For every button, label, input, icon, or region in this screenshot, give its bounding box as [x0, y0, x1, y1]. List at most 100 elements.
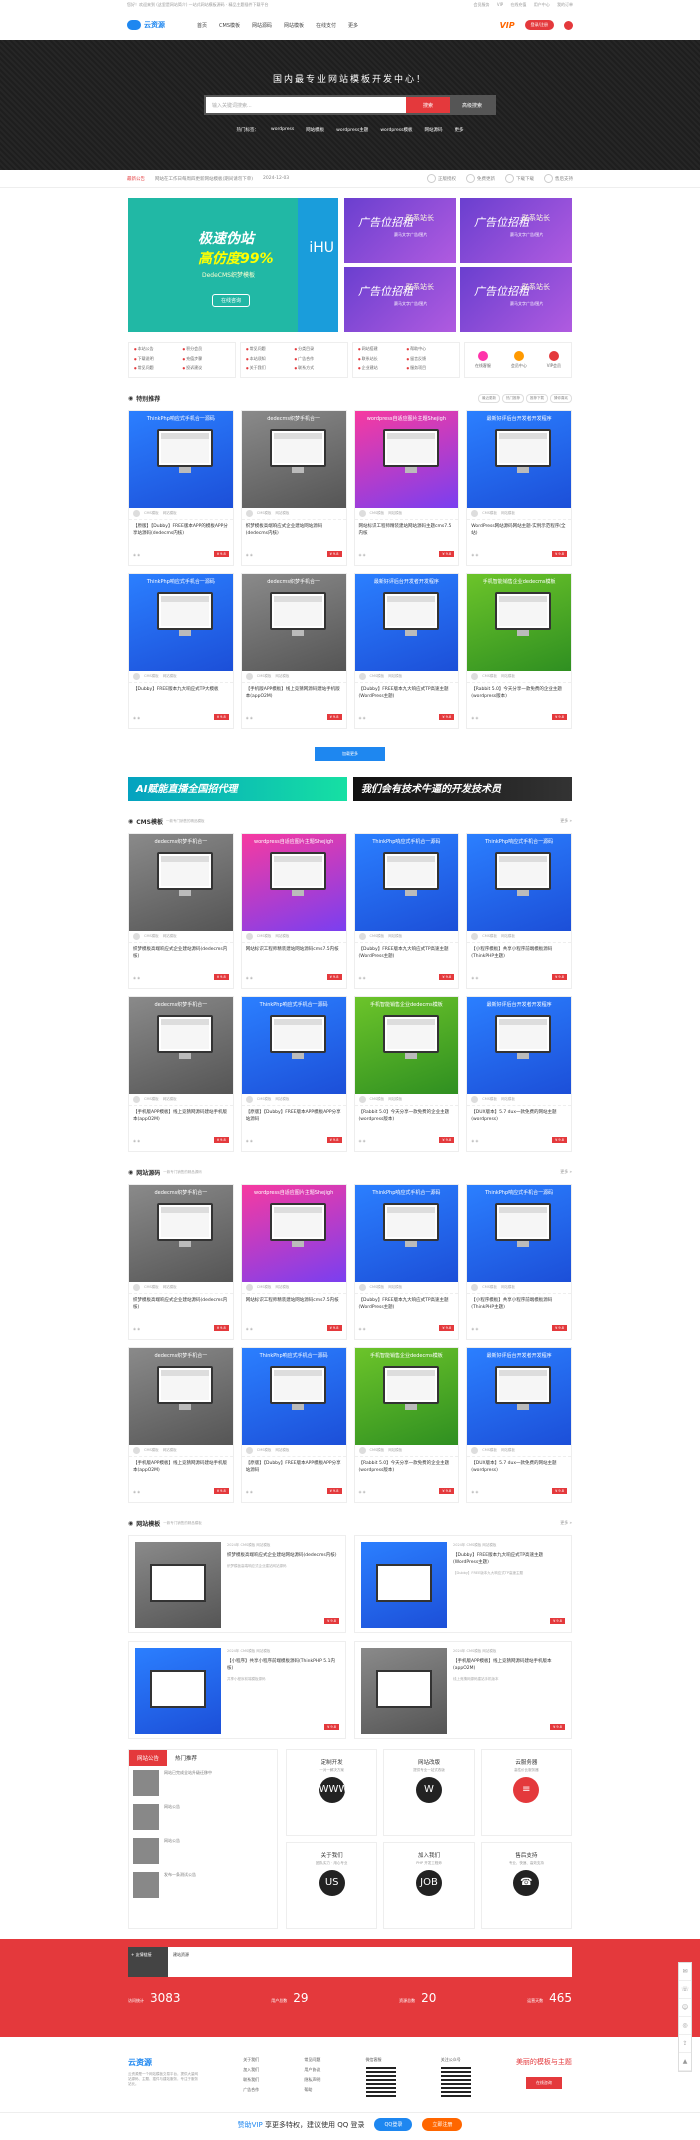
product-card[interactable]: 最新好评后台开发者开发程序 CMS模板 网站模板 【DUX版本】5.7 dux一款…: [466, 1347, 572, 1503]
topbar-link[interactable]: 我的订单: [557, 2, 573, 7]
ad-banner[interactable]: AI赋能直播全国招代理: [128, 777, 347, 801]
product-thumbnail[interactable]: ThinkPhp响应式手机合一源码: [241, 1348, 346, 1445]
list-card[interactable]: 2024年 CMS模板 网站模板 【小程序】共享小程序前端模板源码(ThinkP…: [128, 1641, 346, 1739]
product-thumbnail[interactable]: ThinkPhp响应式手机合一源码: [354, 834, 459, 931]
product-card[interactable]: wordpress自适应图片主题Shejigh CMS模板 网站模板 网站标识工程…: [240, 1184, 347, 1340]
consult-button[interactable]: 在线咨询: [525, 2077, 562, 2089]
service-card[interactable]: 售后支持 专业、快速、高效支持 ☎: [480, 1842, 572, 1929]
product-thumbnail[interactable]: 手机智能销售企业dedecms模板: [354, 1348, 459, 1445]
product-card[interactable]: dedecms织梦手机合一 CMS模板 网站模板 织梦模板高端响应式企业建站源码(…: [128, 1184, 234, 1340]
service-card[interactable]: 网站改版 提供专业一站式改版 W: [383, 1749, 475, 1836]
card-title[interactable]: 【原版】【Dubby】FREE版本APP模板APP分享站源码: [242, 1457, 346, 1479]
back-to-top-icon[interactable]: ▲: [679, 2053, 691, 2071]
nav-item-more[interactable]: 更多: [348, 22, 358, 29]
card-title[interactable]: 【Dubby】FREE版本九大响应式TP高速主题(WordPress主题): [355, 943, 459, 965]
login-button[interactable]: 登录/注册: [524, 20, 554, 30]
product-thumbnail[interactable]: 最新好评后台开发者开发程序: [467, 997, 571, 1094]
list-item[interactable]: 网站公告: [129, 1834, 277, 1868]
product-card[interactable]: 最新好评后台开发者开发程序 CMS模板 网站模板 【Dubby】FREE版本九大响…: [353, 573, 460, 729]
tab-announcement[interactable]: 网站公告: [129, 1750, 168, 1766]
product-card[interactable]: 最新好评后台开发者开发程序 CMS模板 网站模板 【DUX版本】5.7 dux一款…: [466, 996, 572, 1152]
tab-hot[interactable]: 热门推荐: [502, 393, 524, 403]
product-card[interactable]: ThinkPhp响应式手机合一源码 CMS模板 网站模板 【小程序模板】共享小程序…: [466, 1184, 572, 1340]
nav-item-pay[interactable]: 在线支付: [316, 22, 336, 29]
list-card[interactable]: 2024年 CMS模板 网站模板 【Dubby】FREE版本九大响应式TP高速主…: [354, 1535, 572, 1633]
nav-item-cms[interactable]: CMS模板: [219, 22, 240, 29]
register-button[interactable]: 立即注册: [422, 2118, 463, 2131]
card-title[interactable]: 【DUX版本】5.7 dux一款免费的网站主题(wordpress): [467, 1106, 571, 1128]
product-thumbnail[interactable]: dedecms织梦手机合一: [241, 411, 346, 508]
product-card[interactable]: ThinkPhp响应式手机合一源码 CMS模板 网站模板 【原版】【Dubby】F…: [240, 996, 347, 1152]
tab-hot-recommend[interactable]: 热门推荐: [167, 1750, 205, 1766]
product-thumbnail[interactable]: dedecms织梦手机合一: [129, 1348, 233, 1445]
tab-guess[interactable]: 猜你喜欢: [550, 393, 572, 403]
ad-slot[interactable]: 广告位招租 联系站长 赛马文字广告/图片: [460, 198, 572, 263]
hot-tag[interactable]: 更多: [454, 127, 463, 133]
product-card[interactable]: wordpress自适应图片主题Shejigh CMS模板 网站模板 网站标识工程…: [240, 833, 347, 989]
list-item[interactable]: 发布一条测试公告: [129, 1868, 277, 1902]
user-avatar[interactable]: [564, 20, 573, 30]
product-card[interactable]: ThinkPhp响应式手机合一源码 CMS模板 网站模板 【Dubby】FREE版…: [353, 833, 460, 989]
product-thumbnail[interactable]: ThinkPhp响应式手机合一源码: [241, 997, 346, 1094]
product-thumbnail[interactable]: [361, 1648, 447, 1734]
product-thumbnail[interactable]: 最新好评后台开发者开发程序: [354, 574, 459, 671]
product-card[interactable]: wordpress自适应图片主题Shejigh CMS模板 网站模板 网站标识工程…: [353, 410, 460, 566]
card-title[interactable]: 【Dubby】FREE版本九大响应式TP高速主题(WordPress主题): [453, 1552, 565, 1566]
card-title[interactable]: 织梦模板高端响应式企业建站源码(dedecms内核): [129, 1294, 233, 1316]
product-card[interactable]: dedecms织梦手机合一 CMS模板 网站模板 【手机版APP模板】线上竞猜网源…: [128, 1347, 234, 1503]
product-card[interactable]: 最新好评后台开发者开发程序 CMS模板 网站模板 WordPress网站源码网站主…: [466, 410, 572, 566]
product-thumbnail[interactable]: 手机智能销售企业dedecms模板: [467, 574, 571, 671]
search-input[interactable]: 输入关键词搜索...: [206, 97, 406, 113]
service-card[interactable]: 关于我们 团队实力 · 用心专业 US: [286, 1842, 378, 1929]
card-title[interactable]: 【原版】【Dubby】FREE版本APP模板APP分享站源码: [242, 1106, 346, 1128]
product-card[interactable]: dedecms织梦手机合一 CMS模板 网站模板 【手机版APP模板】线上竞猜网源…: [128, 996, 234, 1152]
service-card[interactable]: 加入我们 PHP 开发工程师 JOB: [383, 1842, 475, 1929]
product-card[interactable]: ThinkPhp响应式手机合一源码 CMS模板 网站模板 【原版】【Dubby】F…: [240, 1347, 347, 1503]
card-title[interactable]: 【Dubby】FREE版本九大响应式TP大模板: [129, 683, 233, 705]
product-card[interactable]: 手机智能销售企业dedecms模板 CMS模板 网站模板 【Rabbit 5.0】…: [353, 1347, 460, 1503]
topbar-link[interactable]: 用户中心: [534, 2, 550, 7]
product-card[interactable]: ThinkPhp响应式手机合一源码 CMS模板 网站模板 【Dubby】FREE版…: [128, 573, 234, 729]
nav-item-template[interactable]: 网站模板: [284, 22, 304, 29]
card-title[interactable]: 【Rabbit 5.0】今天分享一款免费的企业主题(wordpress版本): [355, 1106, 459, 1128]
more-link[interactable]: 更多 »: [560, 1520, 572, 1526]
ad-banner[interactable]: 我们会有技术牛逼的开发技术员: [353, 777, 572, 801]
product-card[interactable]: 手机智能销售企业dedecms模板 CMS模板 网站模板 【Rabbit 5.0】…: [466, 573, 572, 729]
quick-icon-service[interactable]: 在线客服: [475, 351, 491, 369]
card-title[interactable]: 【手机版APP模板】线上竞猜网源码建站手机版本(appO2M): [129, 1457, 233, 1479]
search-button[interactable]: 搜索: [406, 97, 450, 113]
product-thumbnail[interactable]: wordpress自适应图片主题Shejigh: [241, 834, 346, 931]
product-card[interactable]: ThinkPhp响应式手机合一源码 CMS模板 网站模板 【Dubby】FREE版…: [353, 1184, 460, 1340]
more-link[interactable]: 更多 »: [560, 1169, 572, 1175]
product-thumbnail[interactable]: ThinkPhp响应式手机合一源码: [129, 574, 233, 671]
card-title[interactable]: 【手机版APP模板】线上竞猜网源码建站手机版本(appO2M): [453, 1658, 565, 1672]
card-title[interactable]: 织梦模板高端响应式企业建站源码(dedecms内核): [129, 943, 233, 965]
topbar-link[interactable]: 会员服务: [474, 2, 490, 7]
product-card[interactable]: 手机智能销售企业dedecms模板 CMS模板 网站模板 【Rabbit 5.0】…: [353, 996, 460, 1152]
product-card[interactable]: ThinkPhp响应式手机合一源码 CMS模板 网站模板 【小程序模板】共享小程序…: [466, 833, 572, 989]
cart-icon[interactable]: ◎: [679, 2017, 691, 2035]
site-logo[interactable]: 云资源: [127, 19, 187, 31]
card-title[interactable]: 【小程序模板】共享小程序前端模板源码(ThinkPHP主题): [467, 943, 571, 965]
card-title[interactable]: 【Rabbit 5.0】今天分享一款免费的企业主题(wordpress版本): [467, 683, 571, 705]
product-thumbnail[interactable]: 最新好评后台开发者开发程序: [467, 1348, 571, 1445]
card-title[interactable]: 【Dubby】FREE版本九大响应式TP高速主题(WordPress主题): [355, 683, 459, 705]
quick-icon-member[interactable]: 会员中心: [511, 351, 527, 369]
ad-slot[interactable]: 广告位招租 联系站长 赛马文字广告/图片: [344, 198, 456, 263]
card-title[interactable]: 网站标识工程师精装建站网站源码cms7.5内核: [242, 1294, 346, 1316]
more-link[interactable]: 更多 »: [560, 818, 572, 824]
product-thumbnail[interactable]: dedecms织梦手机合一: [129, 834, 233, 931]
product-thumbnail[interactable]: ThinkPhp响应式手机合一源码: [467, 1185, 571, 1282]
advanced-search-button[interactable]: 高级搜索: [450, 97, 494, 113]
hot-tag[interactable]: wordpress: [271, 127, 294, 133]
nav-item-home[interactable]: 首页: [197, 22, 207, 29]
card-title[interactable]: 【小程序】共享小程序前端模板源码(ThinkPHP 5.1内核): [227, 1658, 339, 1672]
list-card[interactable]: 2024年 CMS模板 网站模板 【手机版APP模板】线上竞猜网源码建站手机版本…: [354, 1641, 572, 1739]
product-card[interactable]: ThinkPhp响应式手机合一源码 CMS模板 网站模板 【原版】【Dubby】F…: [128, 410, 234, 566]
qq-login-button[interactable]: QQ登录: [374, 2118, 413, 2131]
product-thumbnail[interactable]: 手机智能销售企业dedecms模板: [354, 997, 459, 1094]
service-card[interactable]: 云服务器 高性价比服务器 ≡: [480, 1749, 572, 1836]
product-thumbnail[interactable]: wordpress自适应图片主题Shejigh: [241, 1185, 346, 1282]
product-thumbnail[interactable]: dedecms织梦手机合一: [129, 1185, 233, 1282]
user-icon[interactable]: ☺: [679, 1999, 691, 2017]
